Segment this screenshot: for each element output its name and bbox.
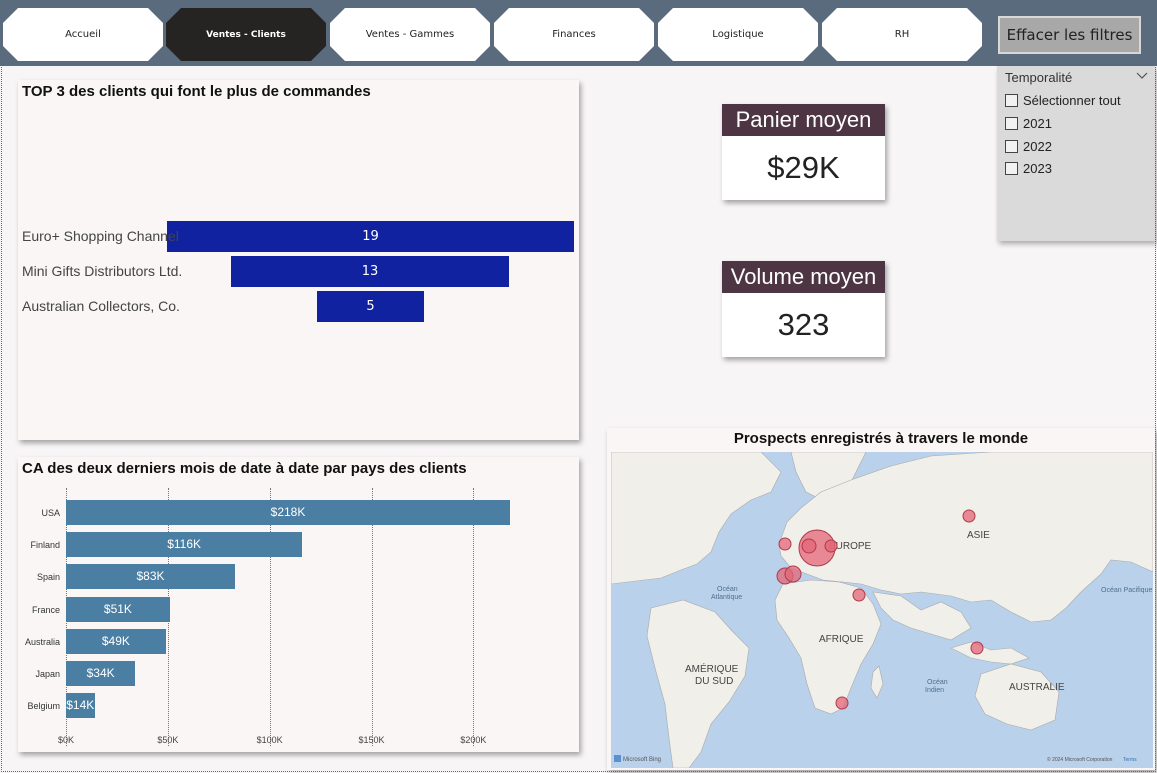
slicer-item-2023[interactable]: 2023 xyxy=(1005,161,1052,176)
kpi-value: 323 xyxy=(777,307,830,342)
slicer-item-label: 2022 xyxy=(1023,139,1052,154)
bar-value-label: $49K xyxy=(101,633,130,648)
tab-finances[interactable]: Finances xyxy=(494,8,654,61)
label-du-sud: DU SUD xyxy=(695,676,733,687)
category-label: Belgium xyxy=(27,701,60,712)
funnel-label-3: Australian Collectors, Co. xyxy=(22,298,180,314)
bar-value-label: $116K xyxy=(167,537,202,552)
slicer-item-2022[interactable]: 2022 xyxy=(1005,139,1052,154)
checkbox[interactable] xyxy=(1005,117,1018,130)
category-label: Finland xyxy=(30,540,60,551)
tab-accueil[interactable]: Accueil xyxy=(3,8,163,61)
tab-logistique[interactable]: Logistique xyxy=(658,8,818,61)
category-label: USA xyxy=(41,508,60,518)
top-clients-funnel-panel: TOP 3 des clients qui font le plus de co… xyxy=(18,80,579,440)
slicer-item-label: 2023 xyxy=(1023,161,1052,176)
tab-rh[interactable]: RH xyxy=(822,8,982,61)
label-amerique: AMÉRIQUE xyxy=(685,662,739,675)
category-label: Japan xyxy=(35,669,60,679)
slicer-title: Temporalité xyxy=(1005,70,1073,85)
checkbox[interactable] xyxy=(1005,140,1018,153)
x-tick-label: $150K xyxy=(358,735,385,745)
map-terms-link[interactable]: Terms xyxy=(1123,757,1137,763)
bar-value-label: $51K xyxy=(103,601,132,616)
label-asie: ASIE xyxy=(967,530,990,541)
map-title: Prospects enregistrés à travers le monde xyxy=(733,430,1029,447)
bubble-russia[interactable] xyxy=(962,509,976,523)
funnel-title: TOP 3 des clients qui font le plus de co… xyxy=(22,83,371,100)
clear-filters-button[interactable]: Effacer les filtres xyxy=(998,16,1141,54)
bar-value-label: $14K xyxy=(66,698,95,713)
x-tick-label: $200K xyxy=(460,735,487,745)
x-gridline xyxy=(269,488,271,746)
slicer-item-label: Sélectionner tout xyxy=(1023,93,1121,108)
kpi-card-volume-moyen: Volume moyen 323 xyxy=(722,261,885,357)
bar-value-label: $83K xyxy=(136,569,165,584)
world-map[interactable]: EUROPE ASIE AFRIQUE AMÉRIQUE DU SUD AUST… xyxy=(611,452,1153,768)
chevron-down-icon[interactable] xyxy=(1136,69,1148,83)
temporalite-slicer: Temporalité Sélectionner tout 2021 2022 … xyxy=(997,66,1155,241)
bing-label: Microsoft Bing xyxy=(623,757,661,763)
kpi-value: $29K xyxy=(767,150,840,185)
bing-logo-icon xyxy=(614,755,621,762)
x-tick-label: $100K xyxy=(256,735,283,745)
label-australie: AUSTRALIE xyxy=(1009,682,1065,693)
label-ocean-pacifique: Océan Pacifique xyxy=(1101,587,1152,594)
funnel-bar-3[interactable]: 5 xyxy=(317,291,424,322)
bubble-indonesia[interactable] xyxy=(970,641,984,655)
label-ocean-indien-2: Indien xyxy=(925,687,944,694)
slicer-item-select-all[interactable]: Sélectionner tout xyxy=(1005,93,1121,108)
label-ocean-indien-1: Océan xyxy=(927,679,948,686)
bar-value-label: $34K xyxy=(86,666,115,680)
funnel-label-1: Euro+ Shopping Channel xyxy=(22,228,179,244)
x-tick-label: $0K xyxy=(57,735,74,745)
category-label: France xyxy=(31,604,60,615)
kpi-card-panier-moyen: Panier moyen $29K xyxy=(722,104,885,200)
tab-ventes-gammes[interactable]: Ventes - Gammes xyxy=(330,8,490,61)
slicer-item-label: 2021 xyxy=(1023,116,1052,131)
category-label: Australia xyxy=(24,636,60,647)
bubble-france[interactable] xyxy=(801,538,817,554)
checkbox[interactable] xyxy=(1005,162,1018,175)
x-tick-label: $50K xyxy=(157,735,179,745)
funnel-bar-2[interactable]: 13 xyxy=(231,256,509,287)
funnel-label-2: Mini Gifts Distributors Ltd. xyxy=(22,263,183,279)
map-copyright: © 2024 Microsoft Corporation xyxy=(1047,756,1113,763)
bubble-uk[interactable] xyxy=(778,537,792,551)
top-navigation-bar: Accueil Ventes - Clients Ventes - Gammes… xyxy=(0,0,1157,66)
kpi-title: Panier moyen xyxy=(722,104,885,136)
prospects-map-panel: Prospects enregistrés à travers le monde… xyxy=(607,428,1155,770)
label-ocean-atl-1: Océan xyxy=(717,586,738,593)
kpi-title: Volume moyen xyxy=(722,261,885,293)
slicer-item-2021[interactable]: 2021 xyxy=(1005,116,1052,131)
chart-title: CA des deux derniers mois de date à date… xyxy=(22,460,467,477)
label-ocean-atl-2: Atlantique xyxy=(711,594,742,601)
x-gridline xyxy=(371,488,373,746)
x-gridline xyxy=(473,488,475,746)
checkbox[interactable] xyxy=(1005,94,1018,107)
tab-ventes-clients[interactable]: Ventes - Clients xyxy=(166,8,326,61)
bubble-south-africa[interactable] xyxy=(835,696,849,710)
category-label: Spain xyxy=(36,572,60,583)
bubble-spain-2[interactable] xyxy=(784,565,802,583)
funnel-bar-1[interactable]: 19 xyxy=(167,221,574,252)
bar-value-label: $218K xyxy=(270,505,306,519)
label-afrique: AFRIQUE xyxy=(819,634,864,645)
bubble-middle-east[interactable] xyxy=(852,588,866,602)
bubble-germany[interactable] xyxy=(824,539,838,553)
